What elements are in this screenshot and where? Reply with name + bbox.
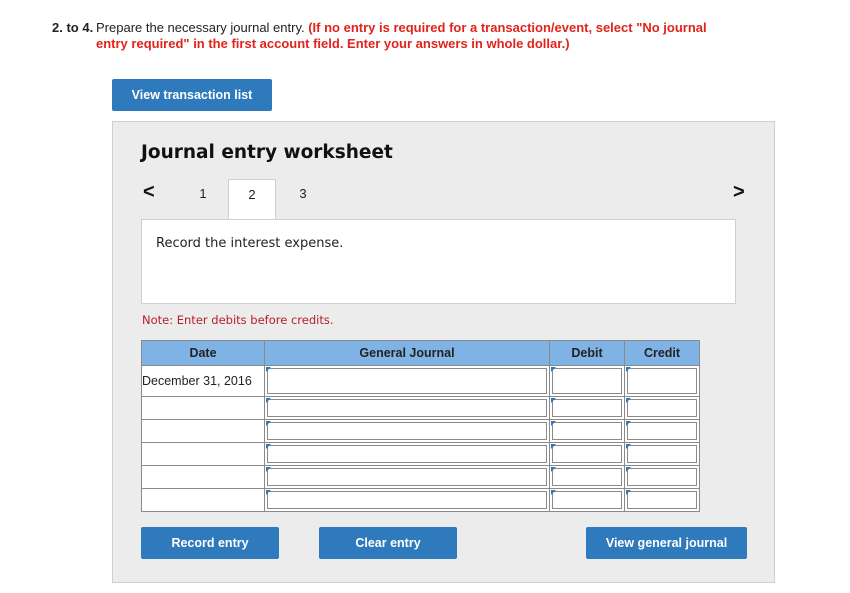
- table-row: [141, 396, 700, 420]
- tab-1[interactable]: 1: [179, 179, 227, 219]
- view-transaction-list-button[interactable]: View transaction list: [112, 79, 272, 111]
- tab-3[interactable]: 3: [279, 179, 327, 219]
- dropdown-flag-icon: [266, 444, 271, 449]
- table-row: [141, 419, 700, 443]
- account-input[interactable]: [267, 422, 547, 440]
- table-row: [141, 488, 700, 512]
- dropdown-flag-icon: [266, 367, 271, 372]
- account-input[interactable]: [267, 491, 547, 509]
- debit-cell[interactable]: [549, 365, 625, 397]
- debit-input[interactable]: [552, 468, 622, 486]
- date-cell: [141, 396, 265, 420]
- account-cell[interactable]: [264, 488, 550, 512]
- debit-input[interactable]: [552, 399, 622, 417]
- chevron-left-icon[interactable]: <: [143, 182, 155, 202]
- debit-cell[interactable]: [549, 419, 625, 443]
- dropdown-flag-icon: [266, 490, 271, 495]
- dropdown-flag-icon: [551, 444, 556, 449]
- debit-input[interactable]: [552, 491, 622, 509]
- credit-input[interactable]: [627, 399, 697, 417]
- debit-input[interactable]: [552, 368, 622, 394]
- clear-entry-button[interactable]: Clear entry: [319, 527, 457, 559]
- date-cell: [141, 488, 265, 512]
- dropdown-flag-icon: [551, 490, 556, 495]
- dropdown-flag-icon: [551, 367, 556, 372]
- credit-input[interactable]: [627, 368, 697, 394]
- dropdown-flag-icon: [266, 421, 271, 426]
- table-row: [141, 465, 700, 489]
- view-general-journal-button[interactable]: View general journal: [586, 527, 747, 559]
- account-input[interactable]: [267, 468, 547, 486]
- credit-cell[interactable]: [624, 465, 700, 489]
- transaction-description-box: Record the interest expense.: [141, 219, 736, 304]
- date-cell: December 31, 2016: [141, 365, 265, 397]
- worksheet-title: Journal entry worksheet: [141, 142, 393, 163]
- dropdown-flag-icon: [626, 398, 631, 403]
- account-cell[interactable]: [264, 365, 550, 397]
- account-input[interactable]: [267, 368, 547, 394]
- general-journal-header: General Journal: [264, 340, 550, 366]
- question-text: Prepare the necessary journal entry. (If…: [96, 20, 736, 52]
- transaction-description: Record the interest expense.: [156, 236, 344, 251]
- credit-input[interactable]: [627, 422, 697, 440]
- account-cell[interactable]: [264, 465, 550, 489]
- account-cell[interactable]: [264, 396, 550, 420]
- dropdown-flag-icon: [266, 467, 271, 472]
- question-number: 2. to 4.: [52, 20, 94, 35]
- debit-cell[interactable]: [549, 488, 625, 512]
- dropdown-flag-icon: [626, 467, 631, 472]
- credit-input[interactable]: [627, 491, 697, 509]
- date-header: Date: [141, 340, 265, 366]
- dropdown-flag-icon: [551, 421, 556, 426]
- tab-2[interactable]: 2: [228, 179, 276, 220]
- debit-input[interactable]: [552, 422, 622, 440]
- credit-cell[interactable]: [624, 365, 700, 397]
- credit-input[interactable]: [627, 445, 697, 463]
- dropdown-flag-icon: [551, 467, 556, 472]
- dropdown-flag-icon: [626, 490, 631, 495]
- date-cell: [141, 419, 265, 443]
- dropdown-flag-icon: [626, 367, 631, 372]
- dropdown-flag-icon: [626, 421, 631, 426]
- table-row: December 31, 2016: [141, 365, 700, 397]
- credit-header: Credit: [624, 340, 700, 366]
- credit-cell[interactable]: [624, 396, 700, 420]
- date-cell: [141, 442, 265, 466]
- dropdown-flag-icon: [626, 444, 631, 449]
- credit-cell[interactable]: [624, 419, 700, 443]
- date-cell: [141, 465, 265, 489]
- credit-input[interactable]: [627, 468, 697, 486]
- account-cell[interactable]: [264, 419, 550, 443]
- credit-cell[interactable]: [624, 488, 700, 512]
- debit-input[interactable]: [552, 445, 622, 463]
- dropdown-flag-icon: [266, 398, 271, 403]
- journal-entry-worksheet-panel: Journal entry worksheet < > 1 2 3 Record…: [112, 121, 775, 583]
- table-row: [141, 442, 700, 466]
- record-entry-button[interactable]: Record entry: [141, 527, 279, 559]
- credit-cell[interactable]: [624, 442, 700, 466]
- debit-cell[interactable]: [549, 396, 625, 420]
- debit-credit-note: Note: Enter debits before credits.: [142, 313, 334, 327]
- chevron-right-icon[interactable]: >: [733, 182, 745, 202]
- account-input[interactable]: [267, 445, 547, 463]
- debit-header: Debit: [549, 340, 625, 366]
- account-input[interactable]: [267, 399, 547, 417]
- dropdown-flag-icon: [551, 398, 556, 403]
- debit-cell[interactable]: [549, 465, 625, 489]
- account-cell[interactable]: [264, 442, 550, 466]
- debit-cell[interactable]: [549, 442, 625, 466]
- journal-table: Date General Journal Debit Credit Decemb…: [141, 340, 700, 512]
- question-lead: Prepare the necessary journal entry.: [96, 20, 305, 35]
